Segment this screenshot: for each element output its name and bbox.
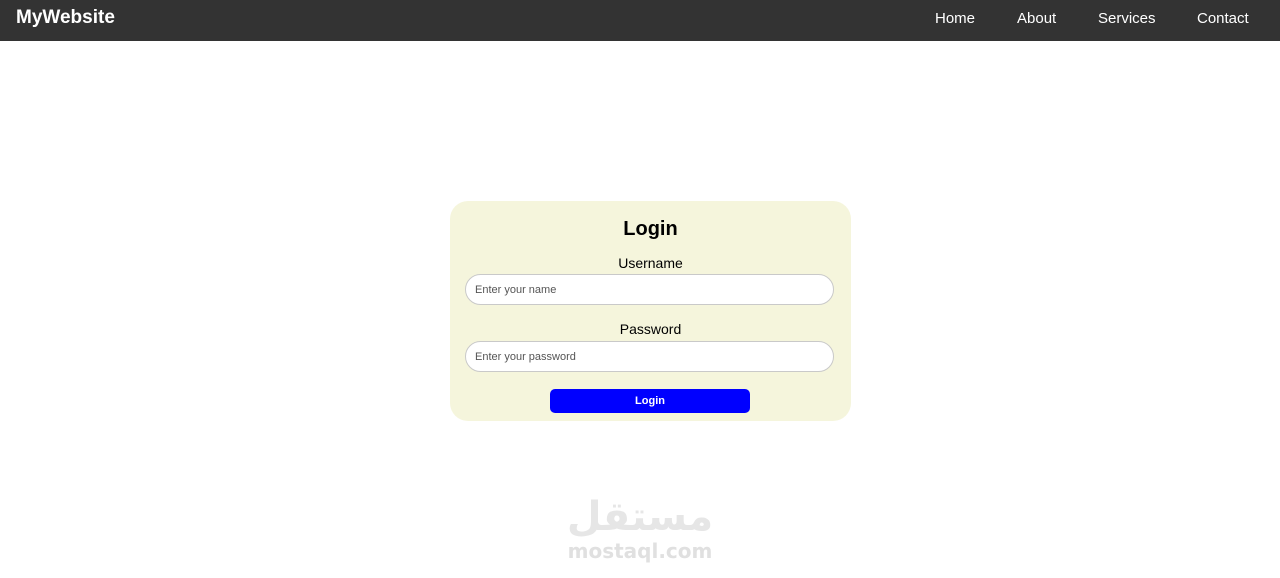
login-button[interactable]: Login	[550, 389, 750, 413]
nav-link-home[interactable]: Home	[935, 10, 975, 27]
nav-link-services[interactable]: Services	[1098, 10, 1156, 27]
watermark-arabic-text: مستقل	[566, 494, 714, 540]
login-card: Login Username Password Login	[450, 201, 851, 421]
username-label: Username	[618, 255, 683, 271]
username-input[interactable]	[465, 274, 834, 305]
site-brand-link[interactable]: MyWebsite	[16, 7, 115, 29]
password-label: Password	[619, 321, 682, 337]
mostaql-watermark: مستقل mostaql.com	[560, 493, 720, 569]
watermark-latin-text: mostaql.com	[567, 539, 713, 563]
nav-link-about[interactable]: About	[1017, 10, 1056, 27]
nav-link-contact[interactable]: Contact	[1197, 10, 1249, 27]
top-navbar: MyWebsite Home About Services Contact	[0, 0, 1280, 41]
login-title: Login	[623, 218, 678, 240]
password-input[interactable]	[465, 341, 834, 372]
